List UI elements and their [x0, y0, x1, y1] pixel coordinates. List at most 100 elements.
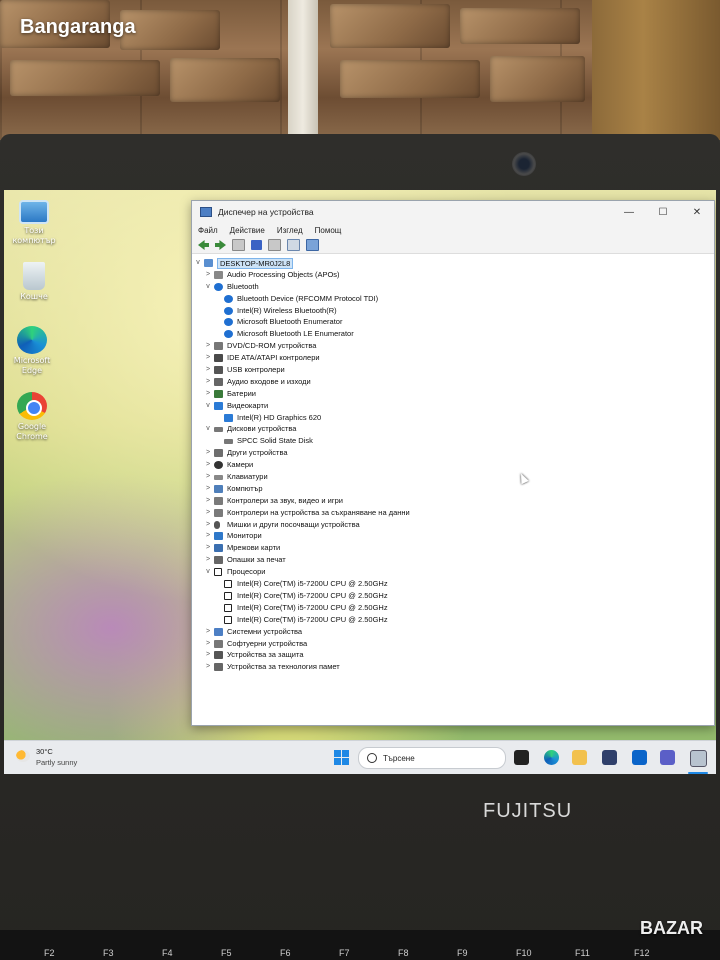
tree-category[interactable]: > Мрежови карти: [192, 542, 714, 554]
tree-category[interactable]: > USB контролери: [192, 364, 714, 376]
tree-category[interactable]: > Audio Processing Objects (APOs): [192, 269, 714, 281]
desktop-icon-edge[interactable]: Microsoft Edge: [4, 326, 60, 376]
teams-icon[interactable]: [660, 750, 675, 765]
weather-temperature[interactable]: 30°C: [36, 747, 53, 756]
update-driver-icon[interactable]: [287, 239, 300, 251]
tree-category[interactable]: v Дискови устройства: [192, 423, 714, 435]
tree-device[interactable]: SPCC Solid State Disk: [192, 435, 714, 447]
menu-action[interactable]: Действие: [230, 226, 265, 235]
file-explorer-icon[interactable]: [572, 750, 587, 765]
chevron-right-icon[interactable]: >: [204, 519, 212, 531]
chevron-right-icon[interactable]: >: [204, 542, 212, 554]
chevron-right-icon[interactable]: >: [204, 352, 212, 364]
chevron-right-icon[interactable]: >: [204, 638, 212, 650]
chevron-right-icon[interactable]: >: [204, 554, 212, 566]
tree-item-label: SPCC Solid State Disk: [237, 436, 313, 446]
chevron-right-icon[interactable]: >: [204, 507, 212, 519]
tree-device[interactable]: Intel(R) Core(TM) i5-7200U CPU @ 2.50GHz: [192, 590, 714, 602]
device-manager-taskbar-icon[interactable]: [690, 750, 707, 767]
forward-arrow-icon[interactable]: [215, 240, 226, 250]
tree-item-label: Контролери за звук, видео и игри: [227, 495, 343, 505]
tree-category[interactable]: > Устройства за технология памет: [192, 661, 714, 673]
tree-category[interactable]: > Други устройства: [192, 447, 714, 459]
tree-device[interactable]: Intel(R) Core(TM) i5-7200U CPU @ 2.50GHz: [192, 578, 714, 590]
tree-category[interactable]: > Контролери за звук, видео и игри: [192, 495, 714, 507]
tree-category[interactable]: > Клавиатури: [192, 471, 714, 483]
chevron-right-icon[interactable]: >: [204, 459, 212, 471]
tree-category[interactable]: > Компютър: [192, 483, 714, 495]
outlook-icon[interactable]: [632, 750, 647, 765]
tree-category[interactable]: > Опашки за печат: [192, 554, 714, 566]
tree-device[interactable]: Intel(R) HD Graphics 620: [192, 412, 714, 424]
chevron-down-icon[interactable]: v: [194, 257, 202, 269]
tree-device[interactable]: Intel(R) Core(TM) i5-7200U CPU @ 2.50GHz: [192, 602, 714, 614]
chevron-right-icon[interactable]: >: [204, 661, 212, 673]
windows-start-icon[interactable]: [334, 750, 349, 765]
tree-category[interactable]: > Камери: [192, 459, 714, 471]
tree-category[interactable]: > Монитори: [192, 530, 714, 542]
task-view-icon[interactable]: [514, 750, 529, 765]
desktop-icon-this-pc[interactable]: Този компютър: [6, 196, 62, 246]
title-bar[interactable]: Диспечер на устройства — ☐ ✕: [192, 201, 714, 223]
tree-category[interactable]: > Софтуерни устройства: [192, 638, 714, 650]
camera-icon: [214, 461, 223, 470]
display-icon: [214, 401, 223, 410]
chevron-right-icon[interactable]: >: [204, 340, 212, 352]
chevron-right-icon[interactable]: >: [204, 483, 212, 495]
chevron-right-icon[interactable]: >: [204, 269, 212, 281]
taskbar-search[interactable]: Търсене: [358, 747, 506, 769]
chevron-down-icon[interactable]: v: [204, 281, 212, 293]
tree-category[interactable]: > Мишки и други посочващи устройства: [192, 519, 714, 531]
tree-device[interactable]: Intel(R) Core(TM) i5-7200U CPU @ 2.50GHz: [192, 614, 714, 626]
tree-category[interactable]: > IDE ATA/ATAPI контролери: [192, 352, 714, 364]
close-button[interactable]: ✕: [680, 207, 714, 218]
tree-device[interactable]: Bluetooth Device (RFCOMM Protocol TDI): [192, 293, 714, 305]
weather-description[interactable]: Partly sunny: [36, 758, 77, 767]
desktop-icon-recycle-bin[interactable]: Кошче: [6, 262, 62, 302]
chevron-right-icon[interactable]: >: [204, 530, 212, 542]
tree-device[interactable]: Intel(R) Wireless Bluetooth(R): [192, 305, 714, 317]
laptop-screen: Този компютър Кошче Microsoft Edge Googl…: [4, 190, 716, 774]
chevron-right-icon[interactable]: >: [204, 649, 212, 661]
tree-device[interactable]: Microsoft Bluetooth LE Enumerator: [192, 328, 714, 340]
chevron-right-icon[interactable]: >: [204, 376, 212, 388]
properties-icon[interactable]: [232, 239, 245, 251]
tree-category[interactable]: > Контролери на устройства за съхраняване…: [192, 507, 714, 519]
back-arrow-icon[interactable]: [198, 240, 209, 250]
help-icon[interactable]: [251, 240, 262, 250]
menu-file[interactable]: Файл: [198, 226, 218, 235]
store-icon[interactable]: [602, 750, 617, 765]
monitor-icon: [214, 532, 223, 541]
menu-help[interactable]: Помощ: [315, 226, 342, 235]
chevron-right-icon[interactable]: >: [204, 388, 212, 400]
tree-device[interactable]: Microsoft Bluetooth Enumerator: [192, 316, 714, 328]
desktop-icon-chrome[interactable]: Google Chrome: [4, 392, 60, 442]
tree-item-label: Мрежови карти: [227, 543, 281, 553]
tree-root[interactable]: v DESKTOP-MR0J2L8: [192, 257, 714, 269]
wall-stone: [340, 60, 480, 98]
chevron-down-icon[interactable]: v: [204, 400, 212, 412]
tree-category[interactable]: > Устройства за защита: [192, 649, 714, 661]
tree-category[interactable]: v Процесори: [192, 566, 714, 578]
weather-partly-sunny-icon[interactable]: [16, 750, 30, 762]
chevron-right-icon[interactable]: >: [204, 364, 212, 376]
menu-view[interactable]: Изглед: [277, 226, 303, 235]
tree-category[interactable]: > Батерии: [192, 388, 714, 400]
show-hidden-icon[interactable]: [268, 239, 281, 251]
tree-category[interactable]: > Аудио входове и изходи: [192, 376, 714, 388]
scan-hardware-icon[interactable]: [306, 239, 319, 251]
tree-category[interactable]: > Системни устройства: [192, 626, 714, 638]
edge-taskbar-icon[interactable]: [544, 750, 559, 765]
maximize-button[interactable]: ☐: [646, 207, 680, 218]
chevron-down-icon[interactable]: v: [204, 423, 212, 435]
chevron-down-icon[interactable]: v: [204, 566, 212, 578]
menu-bar: Файл Действие Изглед Помощ: [192, 223, 714, 237]
tree-category[interactable]: v Видеокарти: [192, 400, 714, 412]
minimize-button[interactable]: —: [612, 207, 646, 218]
chevron-right-icon[interactable]: >: [204, 626, 212, 638]
tree-category[interactable]: v Bluetooth: [192, 281, 714, 293]
chevron-right-icon[interactable]: >: [204, 495, 212, 507]
chevron-right-icon[interactable]: >: [204, 447, 212, 459]
chevron-right-icon[interactable]: >: [204, 471, 212, 483]
tree-category[interactable]: > DVD/CD-ROM устройства: [192, 340, 714, 352]
